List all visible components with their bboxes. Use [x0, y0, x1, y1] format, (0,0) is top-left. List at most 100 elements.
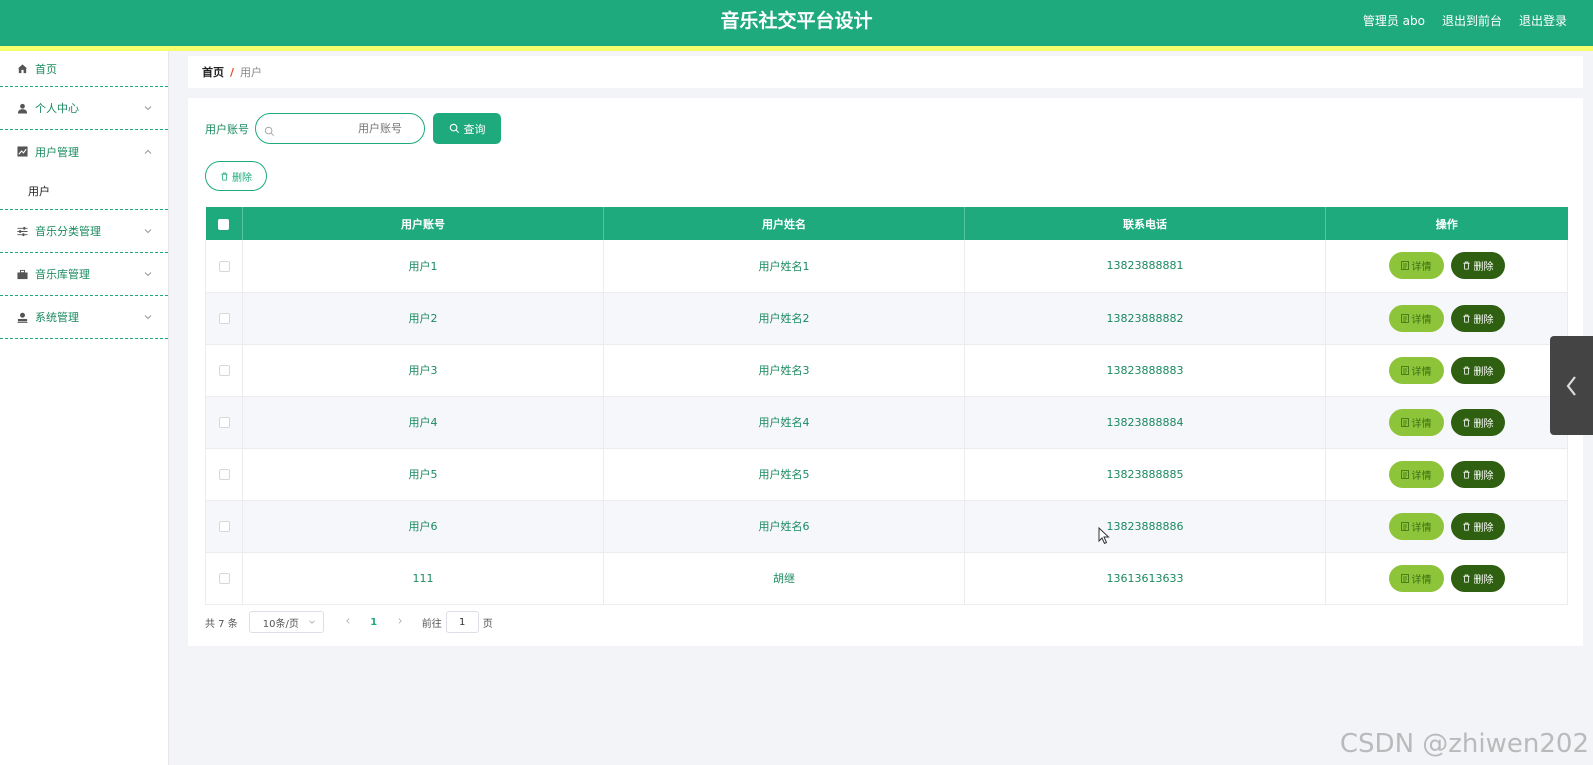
breadcrumb-home[interactable]: 首页: [202, 64, 224, 80]
breadcrumb-separator: /: [230, 65, 235, 79]
detail-button[interactable]: 详情: [1388, 460, 1444, 488]
trash-icon: [1462, 261, 1470, 270]
detail-button[interactable]: 详情: [1388, 564, 1444, 592]
phone-cell: 13823888885: [964, 448, 1326, 501]
page-number[interactable]: 1: [360, 617, 388, 628]
document-icon: [1400, 417, 1409, 427]
sidebar-item-label: 音乐分类管理: [35, 225, 101, 238]
sidebar-subitem-label: 用户: [28, 185, 50, 198]
chevron-left-icon: [1566, 375, 1576, 396]
trash-icon: [1462, 522, 1470, 531]
select-all-checkbox[interactable]: [218, 218, 230, 230]
person-icon: [16, 311, 28, 323]
detail-button[interactable]: 详情: [1388, 304, 1444, 332]
next-page-button[interactable]: [393, 617, 407, 628]
sidebar-item-label: 音乐库管理: [35, 268, 90, 281]
name-cell: 用户姓名5: [603, 448, 965, 501]
sidebar-subitem-users[interactable]: 用户: [0, 173, 168, 210]
sidebar-item-label: 用户管理: [35, 145, 79, 159]
table-row: 用户4 用户姓名4 13823888884 详情 删除: [205, 396, 1568, 449]
sidebar-item-label: 个人中心: [35, 102, 79, 115]
detail-button[interactable]: 详情: [1388, 512, 1444, 540]
column-header-phone: 联系电话: [964, 207, 1326, 240]
document-icon: [1400, 573, 1409, 583]
logout-link[interactable]: 退出登录: [1519, 12, 1567, 29]
account-cell: 用户5: [242, 448, 604, 501]
prev-page-button[interactable]: [341, 617, 355, 628]
actions-cell: 详情 删除: [1325, 448, 1568, 501]
sidebar-item-user-management[interactable]: 用户管理: [0, 130, 168, 173]
sidebar-item-profile[interactable]: 个人中心: [0, 87, 168, 130]
sidebar-item-music-library[interactable]: 音乐库管理: [0, 253, 168, 296]
user-icon: [16, 102, 28, 114]
row-select-cell: [205, 344, 243, 397]
delete-button[interactable]: 删除: [1450, 408, 1505, 436]
breadcrumb-current: 用户: [240, 66, 263, 79]
sidebar-item-label: 系统管理: [35, 311, 79, 324]
name-cell: 用户姓名3: [603, 344, 965, 397]
pagination-total: 共 7 条: [205, 618, 238, 630]
sidebar-item-label: 首页: [35, 62, 57, 76]
row-select-cell: [205, 500, 243, 553]
trash-icon: [221, 172, 228, 181]
batch-delete-label: 删除: [232, 172, 252, 184]
trash-icon: [1462, 314, 1470, 323]
row-checkbox[interactable]: [218, 260, 230, 272]
account-cell: 用户1: [242, 240, 604, 293]
row-checkbox[interactable]: [218, 573, 230, 584]
table-row: 111 胡继 13613613633 详情 删除: [205, 552, 1568, 605]
side-collapse-tab[interactable]: [1550, 336, 1593, 435]
delete-button[interactable]: 删除: [1450, 356, 1505, 384]
search-input[interactable]: [255, 113, 425, 144]
detail-button-label: 详情: [1411, 262, 1432, 274]
mouse-cursor-icon: [1098, 527, 1110, 545]
page-size-value: 10条/页: [262, 618, 299, 630]
chevron-up-icon: [144, 149, 152, 154]
trash-icon: [1462, 418, 1470, 427]
row-checkbox[interactable]: [218, 469, 230, 480]
row-checkbox[interactable]: [218, 365, 230, 376]
sidebar-item-music-category[interactable]: 音乐分类管理: [0, 210, 168, 253]
delete-button[interactable]: 删除: [1450, 564, 1505, 592]
table-row: 用户5 用户姓名5 13823888885 详情 删除: [205, 448, 1568, 501]
detail-button-label: 详情: [1411, 522, 1432, 534]
detail-button-label: 详情: [1411, 470, 1432, 482]
batch-delete-button[interactable]: 删除: [205, 161, 267, 191]
sidebar-item-system[interactable]: 系统管理: [0, 296, 168, 339]
delete-button[interactable]: 删除: [1450, 252, 1505, 280]
column-header-name: 用户姓名: [603, 207, 965, 240]
row-checkbox[interactable]: [218, 417, 230, 428]
chevron-down-icon: [309, 620, 315, 624]
row-select-cell: [205, 396, 243, 449]
chevron-right-icon: [398, 617, 402, 624]
detail-button[interactable]: 详情: [1388, 356, 1444, 384]
account-cell: 用户3: [242, 344, 604, 397]
page-size-select[interactable]: 10条/页: [248, 611, 324, 633]
delete-button[interactable]: 删除: [1450, 304, 1505, 332]
chevron-down-icon: [144, 106, 152, 111]
query-button-label: 查询: [463, 122, 486, 136]
delete-button-label: 删除: [1473, 470, 1494, 482]
delete-button[interactable]: 删除: [1450, 512, 1505, 540]
delete-button-label: 删除: [1473, 262, 1494, 274]
detail-button[interactable]: 详情: [1388, 252, 1444, 280]
phone-cell: 13823888883: [964, 344, 1326, 397]
delete-button[interactable]: 删除: [1450, 460, 1505, 488]
page-suffix: 页: [482, 618, 493, 630]
detail-button[interactable]: 详情: [1388, 408, 1444, 436]
query-button[interactable]: 查询: [433, 113, 501, 144]
goto-label: 前往: [421, 618, 442, 630]
row-checkbox[interactable]: [218, 521, 230, 532]
sidebar-item-home[interactable]: 首页: [0, 51, 168, 87]
detail-button-label: 详情: [1411, 314, 1432, 326]
delete-button-label: 删除: [1473, 418, 1494, 430]
actions-cell: 详情 删除: [1325, 396, 1568, 449]
exit-to-front-link[interactable]: 退出到前台: [1442, 12, 1502, 29]
row-checkbox[interactable]: [218, 313, 230, 324]
name-cell: 用户姓名6: [603, 500, 965, 553]
account-cell: 用户6: [242, 500, 604, 553]
goto-page-input[interactable]: [445, 611, 479, 633]
phone-cell: 13613613633: [964, 552, 1326, 605]
admin-user-label: 管理员 abo: [1362, 13, 1425, 28]
phone-cell: 13823888886: [964, 500, 1326, 553]
